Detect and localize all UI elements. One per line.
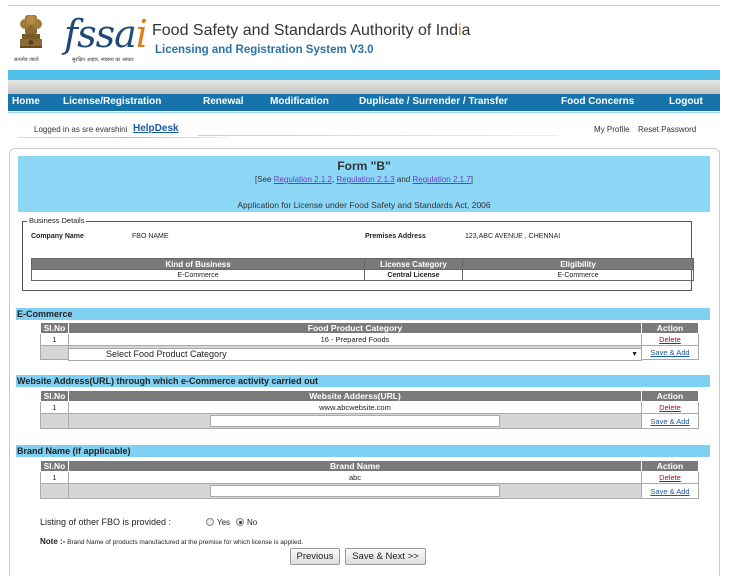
regulation-2-1-3-link[interactable]: Regulation 2.1.3 — [336, 175, 394, 184]
save-add-link[interactable]: Save & Add — [650, 487, 689, 496]
food-category-select[interactable]: Select Food Product Category ▼ — [68, 348, 642, 361]
brand-name-input[interactable] — [210, 485, 500, 497]
eligibility-header: Eligibility — [462, 258, 694, 270]
license-category-header: License Category — [364, 258, 463, 270]
decorative-swoosh — [198, 135, 558, 136]
nav-logout[interactable]: Logout — [669, 96, 703, 107]
system-title: Licensing and Registration System V3.0 — [155, 44, 374, 56]
slno-header: Sl.No — [40, 390, 69, 402]
action-header: Action — [641, 390, 699, 402]
food-category-value: 16 - Prepared Foods — [68, 333, 642, 346]
save-next-button[interactable]: Save & Next >> — [345, 548, 426, 565]
action-header: Action — [641, 460, 699, 472]
website-url-header: Website Adderss(URL) — [68, 390, 642, 402]
slno-header: Sl.No — [40, 460, 69, 472]
kind-of-business-header: Kind of Business — [31, 258, 365, 270]
logo-tagline: सुरक्षित आहार, स्वास्थ्य का आधार — [72, 57, 134, 63]
brand-table: Sl.No Brand Name Action 1 abc Delete Sav… — [40, 460, 699, 499]
fssai-logo: fssai — [64, 12, 148, 56]
nav-home[interactable]: Home — [12, 96, 40, 107]
nav-renewal[interactable]: Renewal — [203, 96, 244, 107]
save-add-link[interactable]: Save & Add — [650, 417, 689, 426]
slno-header: Sl.No — [40, 322, 69, 334]
website-section-title: Website Address(URL) through which e-Com… — [16, 375, 710, 387]
empty-cell — [40, 483, 69, 499]
eligibility-value: E-Commerce — [462, 269, 694, 281]
user-bar: Logged in as sre evarshini HelpDesk My P… — [18, 121, 720, 139]
listing-no-radio[interactable] — [236, 518, 244, 526]
brand-section-title: Brand Name (if applicable) — [16, 445, 710, 457]
header-grey-bar — [8, 80, 720, 94]
delete-link[interactable]: Delete — [659, 403, 681, 412]
delete-link[interactable]: Delete — [659, 335, 681, 344]
national-emblem-icon — [20, 15, 42, 48]
main-nav: Home License/Registration Renewal Modifi… — [8, 94, 720, 111]
org-title: Food Safety and Standards Authority of I… — [152, 22, 471, 39]
emblem-motto: सत्यमेव जयते — [14, 57, 39, 63]
application-title: Application for License under Food Safet… — [237, 200, 491, 210]
website-table: Sl.No Website Adderss(URL) Action 1 www.… — [40, 390, 699, 429]
nav-license-registration[interactable]: License/Registration — [63, 96, 161, 107]
decorative-swoosh — [18, 137, 228, 138]
nav-food-concerns[interactable]: Food Concerns — [561, 96, 634, 107]
save-add-link[interactable]: Save & Add — [650, 348, 689, 357]
top-rule — [8, 5, 720, 6]
premises-address-label: Premises Address — [365, 233, 426, 240]
form-header: Form "B" [See Regulation 2.1.2, Regulati… — [18, 156, 710, 212]
license-category-value: Central License — [364, 269, 463, 281]
listing-other-fbo-label: Listing of other FBO is provided : — [40, 517, 172, 527]
website-url-input[interactable] — [210, 415, 500, 427]
row-number: 1 — [40, 401, 69, 414]
row-number: 1 — [40, 333, 69, 346]
nav-modification[interactable]: Modification — [270, 96, 329, 107]
regulation-2-1-2-link[interactable]: Regulation 2.1.2 — [274, 175, 332, 184]
business-details-legend: Business Details — [27, 216, 87, 225]
business-table: Kind of Business License Category Eligib… — [31, 258, 694, 281]
logged-in-text: Logged in as sre evarshini — [34, 125, 128, 134]
business-details: Business Details Company Name FBO NAME P… — [22, 216, 694, 291]
form-title: Form "B" — [337, 159, 391, 173]
empty-cell — [40, 413, 69, 429]
company-name-value: FBO NAME — [132, 233, 169, 240]
note-text: Note :- Brand Name of products manufactu… — [40, 537, 304, 546]
delete-link[interactable]: Delete — [659, 473, 681, 482]
helpdesk-link[interactable]: HelpDesk — [133, 123, 179, 134]
reset-password-link[interactable]: Reset Password — [638, 125, 696, 134]
ecommerce-section-title: E-Commerce — [16, 308, 710, 320]
brand-name-header: Brand Name — [68, 460, 642, 472]
dropdown-arrow-icon: ▼ — [631, 351, 638, 358]
regulation-2-1-7-link[interactable]: Regulation 2.1.7 — [412, 175, 470, 184]
nav-divider — [8, 112, 720, 113]
header-accent-bar — [8, 70, 720, 80]
previous-button[interactable]: Previous — [290, 548, 340, 565]
action-header: Action — [641, 322, 699, 334]
nav-duplicate-surrender-transfer[interactable]: Duplicate / Surrender / Transfer — [359, 96, 508, 107]
company-name-label: Company Name — [31, 233, 84, 240]
empty-cell — [40, 345, 69, 360]
premises-address-value: 123,ABC AVENUE , CHENNAI — [465, 233, 561, 240]
listing-no-label: No — [247, 518, 258, 527]
listing-yes-radio[interactable] — [206, 518, 214, 526]
food-category-header: Food Product Category — [68, 322, 642, 334]
regulation-reference: [See Regulation 2.1.2, Regulation 2.1.3 … — [255, 175, 473, 184]
brand-name-value: abc — [68, 471, 642, 484]
my-profile-link[interactable]: My Profile — [594, 125, 630, 134]
listing-yes-label: Yes — [217, 518, 231, 527]
content-panel — [9, 148, 720, 576]
website-url-value: www.abcwebsite.com — [68, 401, 642, 414]
kind-of-business-value: E-Commerce — [31, 269, 365, 281]
row-number: 1 — [40, 471, 69, 484]
